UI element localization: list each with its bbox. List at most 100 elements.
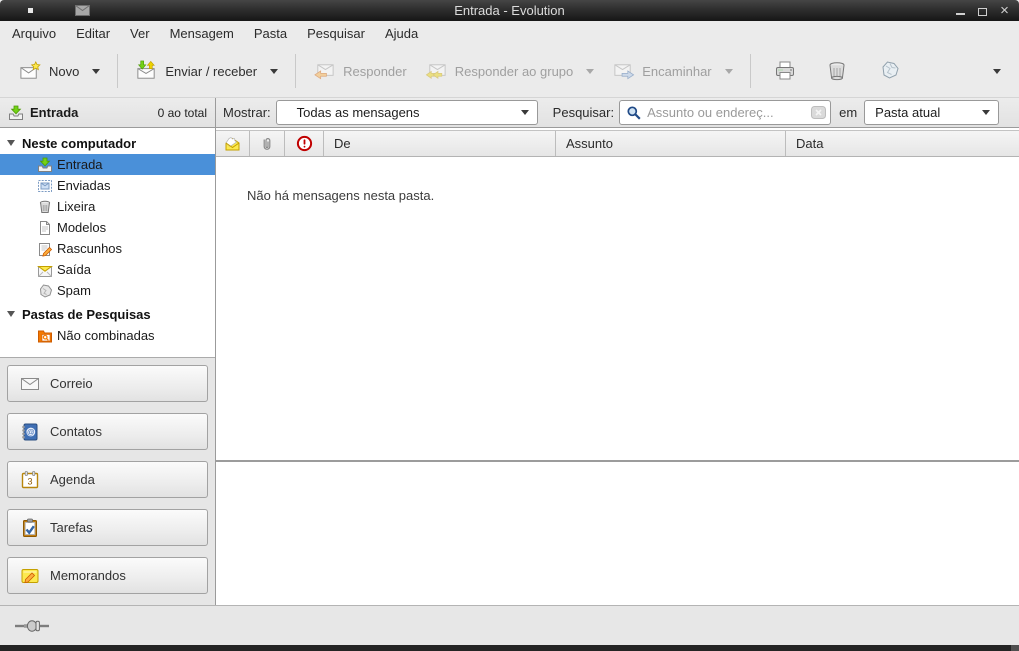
read-status-icon — [224, 136, 241, 152]
reply-button[interactable]: Responder — [304, 54, 416, 89]
menu-pasta[interactable]: Pasta — [244, 23, 297, 44]
statusbar — [0, 605, 1019, 645]
show-filter-value: Todas as mensagens — [297, 105, 420, 120]
preview-pane — [216, 462, 1019, 605]
switcher-memos-button[interactable]: Memorandos — [7, 557, 208, 594]
message-count: 0 ao total — [158, 106, 207, 120]
filter-zone: Mostrar: Todas as mensagens Pesquisar: e… — [216, 98, 1019, 127]
column-subject[interactable]: Assunto — [556, 131, 786, 156]
outbox-icon — [37, 262, 53, 278]
search-label: Pesquisar: — [553, 105, 614, 120]
folder-label: Lixeira — [57, 199, 95, 214]
column-from-label: De — [334, 136, 351, 151]
print-button[interactable] — [765, 53, 805, 89]
menubar: Arquivo Editar Ver Mensagem Pasta Pesqui… — [0, 21, 1019, 45]
folder-lixeira[interactable]: Lixeira — [0, 196, 215, 217]
junk-button[interactable] — [869, 53, 909, 89]
reply-group-button[interactable]: Responder ao grupo — [416, 54, 604, 89]
menu-arquivo[interactable]: Arquivo — [2, 23, 66, 44]
menu-ver[interactable]: Ver — [120, 23, 160, 44]
message-list-header: De Assunto Data — [216, 130, 1019, 157]
folder-entrada[interactable]: Entrada — [0, 154, 215, 175]
menu-pesquisar[interactable]: Pesquisar — [297, 23, 375, 44]
switcher-label: Correio — [50, 376, 93, 391]
new-dropdown-arrow-icon — [92, 69, 100, 74]
inbox-icon — [8, 105, 24, 121]
current-folder-header: Entrada 0 ao total — [0, 98, 216, 127]
search-icon — [626, 105, 642, 121]
calendar-icon: 3 — [20, 470, 40, 490]
resize-grip[interactable] — [1011, 645, 1019, 651]
column-priority[interactable] — [285, 131, 324, 156]
printer-icon — [773, 59, 797, 83]
priority-icon — [296, 135, 313, 152]
svg-text:3: 3 — [27, 476, 32, 486]
switcher-tasks-button[interactable]: Tarefas — [7, 509, 208, 546]
folder-label: Entrada — [57, 157, 103, 172]
new-button[interactable]: Novo — [10, 54, 109, 89]
switcher-label: Agenda — [50, 472, 95, 487]
sent-stamp-icon — [37, 178, 53, 194]
toolbar-overflow-button[interactable] — [979, 61, 1009, 82]
column-date-label: Data — [796, 136, 823, 151]
menu-editar[interactable]: Editar — [66, 23, 120, 44]
tree-group-search-folders[interactable]: Pastas de Pesquisas — [0, 303, 215, 325]
send-receive-button[interactable]: Enviar / receber — [126, 54, 287, 89]
memos-icon — [20, 566, 40, 586]
send-receive-dropdown-arrow-icon — [270, 69, 278, 74]
reply-icon — [313, 60, 336, 83]
folder-modelos[interactable]: Modelos — [0, 217, 215, 238]
send-receive-label: Enviar / receber — [165, 64, 257, 79]
switcher-contacts-button[interactable]: @ Contatos — [7, 413, 208, 450]
show-label: Mostrar: — [223, 105, 271, 120]
reply-group-dropdown-arrow-icon — [586, 69, 594, 74]
switcher-calendar-button[interactable]: 3 Agenda — [7, 461, 208, 498]
trash-icon — [37, 199, 53, 215]
expander-icon[interactable] — [7, 311, 15, 317]
expander-icon[interactable] — [7, 140, 15, 146]
evolution-window: Entrada - Evolution × Arquivo Editar Ver… — [0, 0, 1019, 651]
show-filter-arrow-icon — [521, 110, 529, 115]
search-input[interactable] — [647, 105, 811, 120]
search-scope-value: Pasta atual — [875, 105, 940, 120]
spam-crumpled-icon — [37, 283, 53, 299]
menu-ajuda[interactable]: Ajuda — [375, 23, 428, 44]
minimize-button[interactable] — [954, 4, 967, 17]
tree-group-this-computer[interactable]: Neste computador — [0, 132, 215, 154]
new-mail-icon — [19, 60, 42, 83]
search-folder-icon — [37, 328, 53, 344]
search-scope-dropdown[interactable]: Pasta atual — [864, 100, 999, 125]
online-status-plug-icon[interactable] — [14, 618, 50, 634]
inbox-icon — [37, 157, 53, 173]
column-from[interactable]: De — [324, 131, 556, 156]
clear-search-icon[interactable] — [811, 106, 826, 119]
search-box — [619, 100, 831, 125]
switcher-mail-button[interactable]: Correio — [7, 365, 208, 402]
reply-label: Responder — [343, 64, 407, 79]
switcher-label: Memorandos — [50, 568, 126, 583]
show-filter-dropdown[interactable]: Todas as mensagens — [276, 100, 538, 125]
column-date[interactable]: Data — [786, 131, 1019, 156]
current-folder-name: Entrada — [30, 105, 78, 120]
folder-nao-combinadas[interactable]: Não combinadas — [0, 325, 215, 346]
column-subject-label: Assunto — [566, 136, 613, 151]
folder-rascunhos[interactable]: Rascunhos — [0, 238, 215, 259]
folder-spam[interactable]: Spam — [0, 280, 215, 301]
column-read-status[interactable] — [216, 131, 250, 156]
svg-text:@: @ — [27, 427, 35, 436]
forward-dropdown-arrow-icon — [725, 69, 733, 74]
menu-mensagem[interactable]: Mensagem — [160, 23, 244, 44]
junk-icon — [877, 59, 901, 83]
new-button-label: Novo — [49, 64, 79, 79]
message-list-pane: De Assunto Data Não há mensagens nesta p… — [216, 128, 1019, 605]
toolbar-separator — [750, 54, 751, 88]
delete-button[interactable] — [817, 53, 857, 89]
document-icon — [37, 220, 53, 236]
column-attachment[interactable] — [250, 131, 285, 156]
maximize-button[interactable] — [976, 4, 989, 17]
folder-saida[interactable]: Saída — [0, 259, 215, 280]
folder-enviadas[interactable]: Enviadas — [0, 175, 215, 196]
close-button[interactable]: × — [998, 4, 1011, 17]
reply-group-label: Responder ao grupo — [455, 64, 574, 79]
forward-button[interactable]: Encaminhar — [603, 54, 741, 89]
